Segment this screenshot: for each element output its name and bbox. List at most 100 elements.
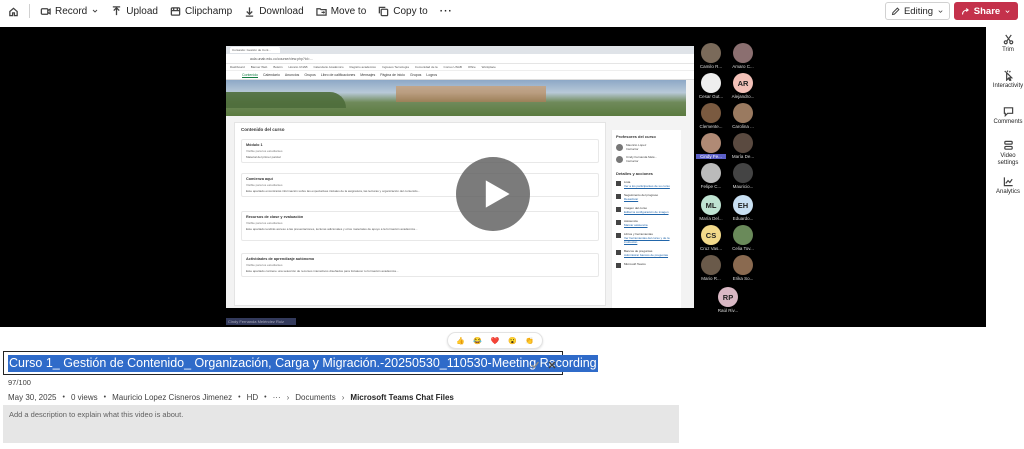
comment-icon xyxy=(1003,107,1013,117)
bookmark: Boletin xyxy=(273,65,283,69)
title-selected-text[interactable]: Curso 1_ Gestión de Contenido_ Organizac… xyxy=(8,354,598,372)
description-input[interactable]: Add a description to explain what this v… xyxy=(3,405,679,443)
module-desc: Este apartado tendrás acceso a las prese… xyxy=(246,227,418,231)
record-label: Record xyxy=(55,5,88,17)
more-commands-button[interactable]: ··· xyxy=(434,0,459,22)
participant-name: Mario R... xyxy=(701,276,721,281)
separator-dot: • xyxy=(62,393,65,401)
participant-tile: Erika So... xyxy=(728,255,758,285)
module-desc: Material del primer parcial xyxy=(246,155,281,159)
participant-tile: Clemente... xyxy=(696,103,726,133)
participant-tile: AR Alejandro... xyxy=(728,73,758,103)
home-button[interactable] xyxy=(0,0,25,22)
chevron-right-icon: › xyxy=(286,392,290,402)
participant-name: María Del... xyxy=(699,216,723,221)
breadcrumb-current-folder[interactable]: Microsoft Teams Chat Files xyxy=(350,393,453,402)
module-desc: Este apartado encontrarás información so… xyxy=(246,189,421,193)
comments-label: Comments xyxy=(993,119,1023,125)
breadcrumb-more[interactable]: ··· xyxy=(273,393,281,402)
course-nav-item: Grupos xyxy=(409,73,422,77)
browser-tabs: Cursando: Gestión de Cont... xyxy=(226,46,694,54)
image-icon xyxy=(616,207,621,212)
attendance-icon xyxy=(616,220,621,225)
confirm-title-button[interactable] xyxy=(530,357,540,369)
home-icon xyxy=(9,6,18,16)
teacher-item: Cindy Fernanda Melé... Instructor xyxy=(616,155,677,163)
move-to-button[interactable]: Move to xyxy=(310,0,373,22)
bookmark: Calendario Académico xyxy=(313,65,344,69)
avatar xyxy=(733,225,753,245)
scissors-icon xyxy=(1003,34,1013,45)
surprised-reaction[interactable]: 😮 xyxy=(507,336,517,346)
teams-icon xyxy=(616,263,621,268)
participant-tile: Mauricio... xyxy=(728,163,758,193)
checkmark-icon xyxy=(531,361,540,369)
play-button[interactable] xyxy=(456,157,530,231)
editing-mode-button[interactable]: Editing xyxy=(885,2,950,20)
course-nav-item: Libro de calificaciones xyxy=(320,73,356,77)
copy-to-button[interactable]: Copy to xyxy=(372,0,433,22)
avatar xyxy=(701,103,721,123)
share-button[interactable]: Share xyxy=(954,2,1018,20)
avatar: CS xyxy=(701,225,721,245)
module-title: Recursos de clase y evaluación xyxy=(246,215,304,219)
analytics-label: Analytics xyxy=(995,189,1020,195)
clap-reaction[interactable]: 👏 xyxy=(525,336,535,346)
detail-link: Administrar bancos de preguntas xyxy=(624,253,669,257)
video-settings-label-2: settings xyxy=(997,160,1019,166)
video-player[interactable]: Cursando: Gestión de Cont... aula.unab.e… xyxy=(0,27,986,327)
avatar xyxy=(701,73,721,93)
share-icon xyxy=(961,7,969,15)
module-card: Comienza aquí Visible para los estudiant… xyxy=(241,173,599,197)
speaker-caption: Cindy Fernanda Meléndez Ruiz xyxy=(226,318,296,325)
interactivity-label: Interactivity xyxy=(992,83,1024,89)
avatar xyxy=(701,255,721,275)
title-input[interactable]: Curso 1_ Gestión de Contenido_ Organizac… xyxy=(3,351,598,375)
participant-name: María De... xyxy=(731,154,755,159)
course-nav-item: Contenido xyxy=(242,72,258,78)
like-reaction[interactable]: 👍 xyxy=(455,336,465,346)
avatar xyxy=(733,133,753,153)
bookmark: Ingresos Tecnología xyxy=(382,65,409,69)
breadcrumb-documents[interactable]: Documents xyxy=(295,393,335,402)
clipchamp-button[interactable]: Clipchamp xyxy=(164,0,238,22)
course-nav-item: Mensajes xyxy=(360,73,376,77)
chevron-down-icon xyxy=(938,9,943,13)
participant-tile: Cesar Gut... xyxy=(696,73,726,103)
settings-sliders-icon xyxy=(1003,140,1013,150)
module-desc: Este apartado contiene una selección de … xyxy=(246,269,399,273)
bookmark: Horario UNAB xyxy=(288,65,308,69)
course-content-panel: Contenido del curso Módulo 1 Visible par… xyxy=(234,122,606,306)
bookmark: Correo UNAB xyxy=(443,65,462,69)
participant-name: Carolina ... xyxy=(732,124,754,129)
heart-reaction[interactable]: ❤️ xyxy=(490,336,500,346)
detail-item: Microsoft Teams xyxy=(616,262,677,268)
participant-name: Clemente... xyxy=(699,124,723,129)
participant-name: Felipe C... xyxy=(700,184,722,189)
video-settings-button[interactable]: Video settings xyxy=(992,140,1024,167)
banner-building xyxy=(396,86,546,102)
author-name[interactable]: Mauricio Lopez Cisneros Jimenez xyxy=(112,393,232,402)
analytics-button[interactable]: Analytics xyxy=(992,176,1024,196)
download-button[interactable]: Download xyxy=(238,0,309,22)
toolbar-divider xyxy=(29,4,30,18)
browser-url: aula.unab.edu.co/course/view.php?id=... xyxy=(226,54,694,64)
record-button[interactable]: Record xyxy=(34,0,105,22)
detail-title: Microsoft Teams xyxy=(624,262,646,266)
interactivity-button[interactable]: Interactivity xyxy=(992,70,1024,90)
cancel-title-button[interactable] xyxy=(547,357,557,369)
course-nav-item: Calendario xyxy=(262,73,280,77)
upload-button[interactable]: Upload xyxy=(105,0,164,22)
details-heading: Detalles y acciones xyxy=(616,171,653,176)
participant-name: Eduardo... xyxy=(732,216,754,221)
trim-button[interactable]: Trim xyxy=(992,34,1024,54)
module-status: Visible para los estudiantes xyxy=(246,149,283,153)
upload-icon xyxy=(113,5,121,15)
title-char-counter: 97/100 xyxy=(8,378,31,387)
chevron-down-icon xyxy=(92,9,98,13)
avatar xyxy=(616,155,623,163)
course-nav: Contenido Calendario Anuncios Grupos Lib… xyxy=(226,71,694,80)
laugh-reaction[interactable]: 😂 xyxy=(473,336,483,346)
comments-button[interactable]: Comments xyxy=(992,106,1024,126)
banner-trees xyxy=(226,92,346,108)
